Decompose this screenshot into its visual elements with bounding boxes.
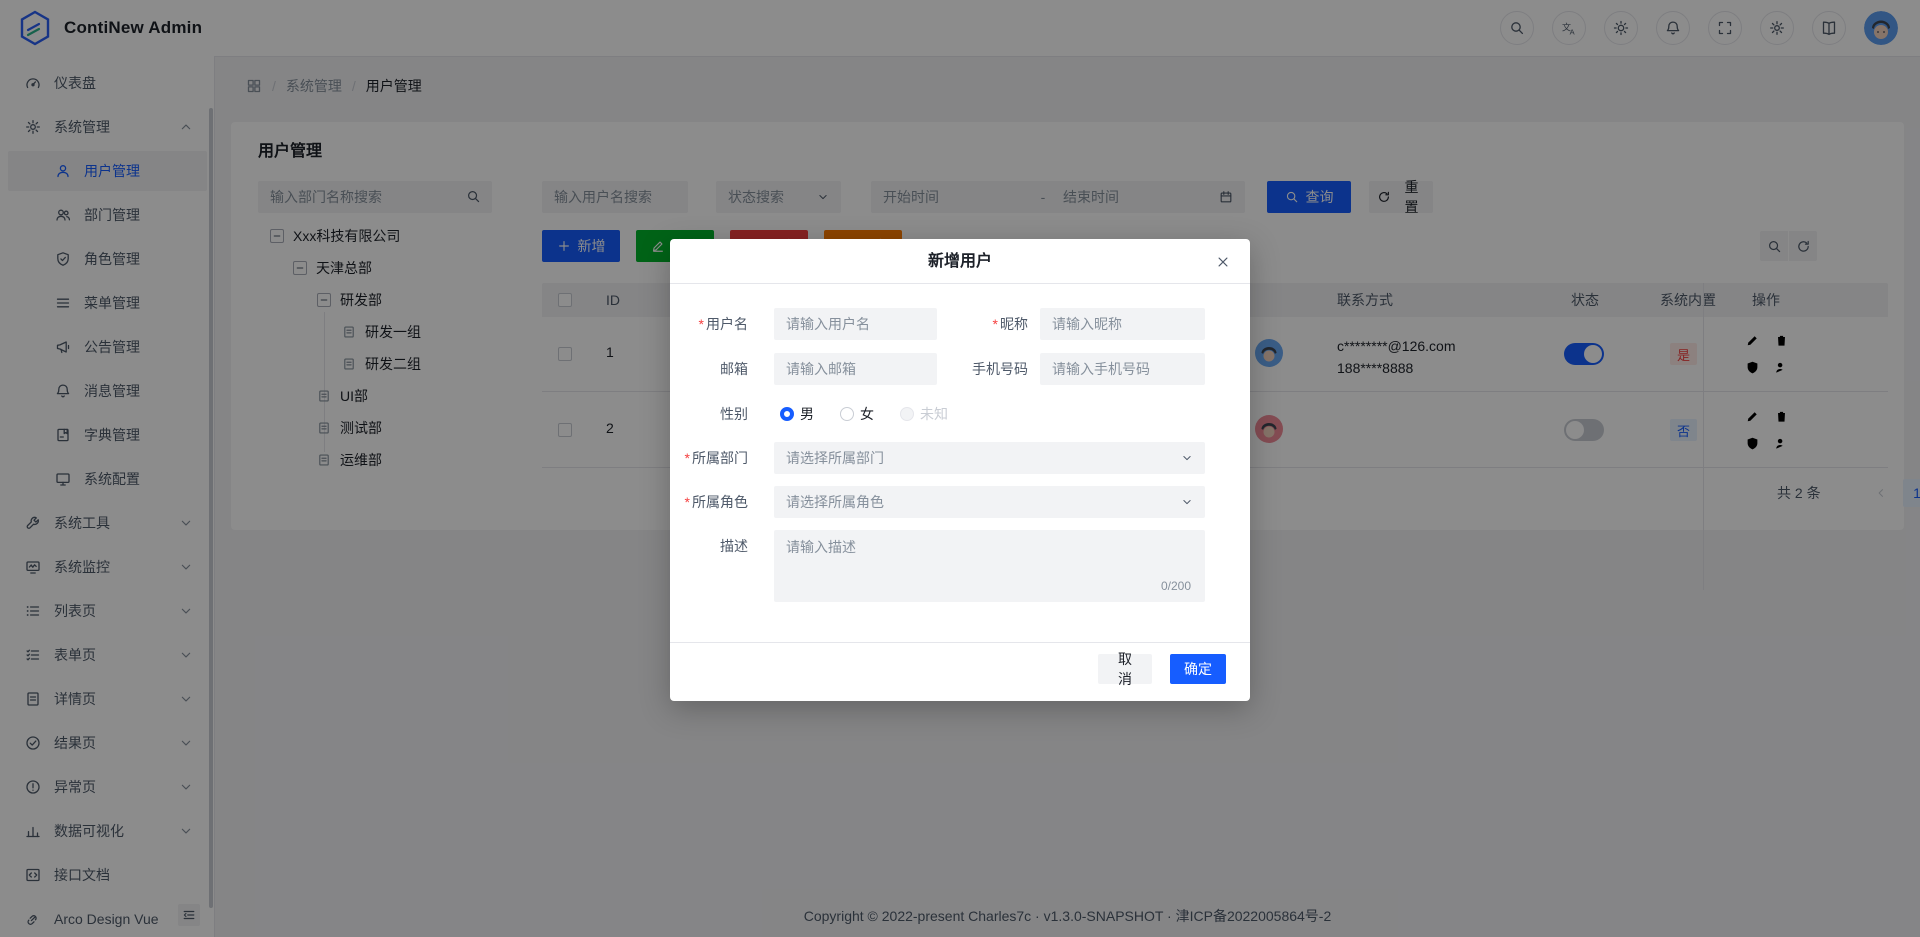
chevron-down-icon xyxy=(1181,452,1193,464)
role-select-placeholder: 请选择所属角色 xyxy=(786,492,1181,512)
desc-label: 描述 xyxy=(670,530,748,562)
radio-label: 男 xyxy=(800,404,814,424)
radio-unchecked-icon xyxy=(840,407,854,421)
radio-disabled-icon xyxy=(900,407,914,421)
dept-select[interactable]: 请选择所属部门 xyxy=(774,442,1205,474)
phone-label: 手机号码 xyxy=(908,353,1028,385)
description-field[interactable] xyxy=(774,530,1205,602)
modal-footer-divider xyxy=(670,642,1250,643)
dept-select-placeholder: 请选择所属部门 xyxy=(786,448,1181,468)
confirm-button[interactable]: 确定 xyxy=(1170,654,1226,684)
dept-label: *所属部门 xyxy=(670,442,748,474)
radio-label: 未知 xyxy=(920,404,948,424)
gender-label: 性别 xyxy=(670,398,748,430)
gender-option-female[interactable]: 女 xyxy=(840,404,874,424)
add-user-modal: 新增用户 *用户名 *昵称 邮箱 手机号码 性别 男 女 未知 *所属部门 请选… xyxy=(670,239,1250,701)
role-label: *所属角色 xyxy=(670,486,748,518)
nickname-field[interactable] xyxy=(1040,308,1205,340)
nickname-label: *昵称 xyxy=(908,308,1028,340)
gender-option-male[interactable]: 男 xyxy=(780,404,814,424)
gender-option-unknown: 未知 xyxy=(900,404,948,424)
required-asterisk: * xyxy=(685,494,690,510)
app-root: ContiNew Admin 仪表盘 系统管理 用户管理 部门 xyxy=(0,0,1920,937)
radio-checked-icon xyxy=(780,407,794,421)
modal-title: 新增用户 xyxy=(670,239,1250,283)
modal-close-button[interactable] xyxy=(1212,251,1234,273)
close-icon xyxy=(1216,255,1230,269)
gender-radio-group: 男 女 未知 xyxy=(780,398,948,430)
required-asterisk: * xyxy=(699,316,704,332)
role-select[interactable]: 请选择所属角色 xyxy=(774,486,1205,518)
radio-label: 女 xyxy=(860,404,874,424)
phone-field[interactable] xyxy=(1040,353,1205,385)
required-asterisk: * xyxy=(993,316,998,332)
email-label: 邮箱 xyxy=(670,353,748,385)
required-asterisk: * xyxy=(685,450,690,466)
cancel-button[interactable]: 取消 xyxy=(1098,654,1152,684)
username-label: *用户名 xyxy=(670,308,748,340)
char-counter: 0/200 xyxy=(1161,579,1191,593)
modal-header-divider xyxy=(670,283,1250,284)
chevron-down-icon xyxy=(1181,496,1193,508)
